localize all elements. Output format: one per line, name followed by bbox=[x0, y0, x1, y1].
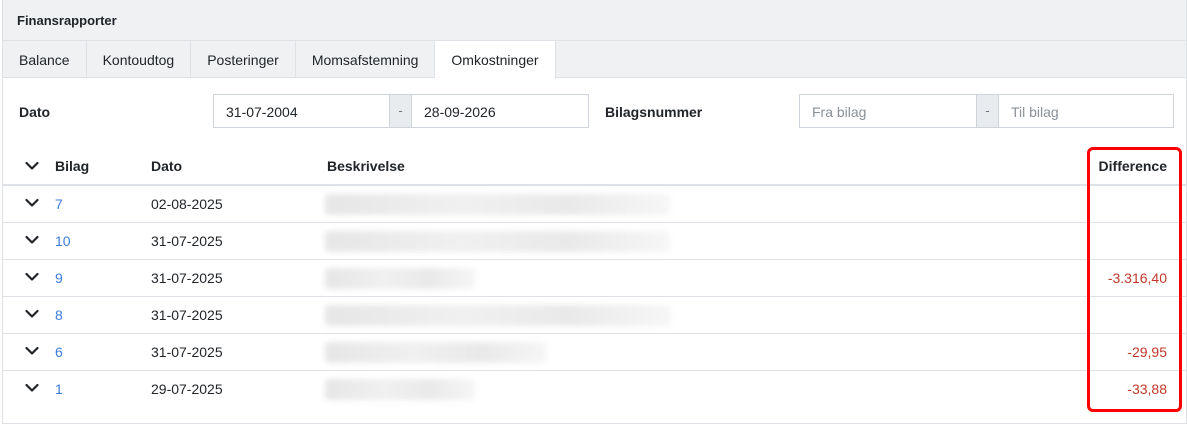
date-separator: - bbox=[389, 94, 412, 128]
voucher-separator: - bbox=[976, 94, 999, 128]
voucher-number-label: Bilagsnummer bbox=[605, 104, 703, 120]
bilag-link[interactable]: 10 bbox=[55, 233, 71, 249]
tab-balance[interactable]: Balance bbox=[3, 41, 87, 78]
financial-reports-panel: Finansrapporter Balance Kontoudtog Poste… bbox=[2, 0, 1187, 424]
blurred-description bbox=[325, 305, 671, 326]
date-cell: 31-07-2025 bbox=[151, 233, 223, 249]
difference-cell: -33,88 bbox=[1127, 381, 1167, 397]
table-row[interactable]: 7 02-08-2025 bbox=[3, 186, 1187, 223]
filter-row: Dato 31-07-2004 - 28-09-2026 Bilagsnumme… bbox=[3, 94, 1187, 128]
column-header-difference[interactable]: Difference bbox=[1099, 158, 1167, 174]
difference-cell: -29,95 bbox=[1127, 344, 1167, 360]
table-row[interactable]: 8 31-07-2025 bbox=[3, 297, 1187, 334]
column-header-beskrivelse[interactable]: Beskrivelse bbox=[327, 158, 405, 174]
chevron-down-icon[interactable] bbox=[25, 382, 39, 394]
chevron-down-icon[interactable] bbox=[25, 271, 39, 283]
date-cell: 31-07-2025 bbox=[151, 344, 223, 360]
table-row[interactable]: 9 31-07-2025 -3.316,40 bbox=[3, 260, 1187, 297]
bilag-link[interactable]: 7 bbox=[55, 196, 63, 212]
report-tabs: Balance Kontoudtog Posteringer Momsafste… bbox=[3, 41, 1186, 79]
tab-kontoudtog[interactable]: Kontoudtog bbox=[87, 41, 192, 78]
difference-cell: -3.316,40 bbox=[1107, 270, 1167, 286]
table-row[interactable]: 6 31-07-2025 -29,95 bbox=[3, 334, 1187, 371]
tab-posteringer[interactable]: Posteringer bbox=[191, 41, 296, 78]
table-row[interactable]: 10 31-07-2025 bbox=[3, 223, 1187, 260]
date-from-input[interactable]: 31-07-2004 bbox=[213, 94, 390, 128]
date-cell: 29-07-2025 bbox=[151, 381, 223, 397]
column-header-bilag[interactable]: Bilag bbox=[55, 158, 89, 174]
blurred-description bbox=[325, 194, 670, 215]
voucher-from-input[interactable]: Fra bilag bbox=[799, 94, 977, 128]
collapse-all-chevron-icon[interactable] bbox=[25, 160, 39, 172]
bilag-link[interactable]: 1 bbox=[55, 381, 63, 397]
bilag-link[interactable]: 8 bbox=[55, 307, 63, 323]
voucher-to-input[interactable]: Til bilag bbox=[998, 94, 1174, 128]
blurred-description bbox=[325, 268, 475, 289]
table-header: Bilag Dato Beskrivelse Difference bbox=[3, 146, 1187, 186]
expenses-table: Bilag Dato Beskrivelse Difference 7 02-0… bbox=[3, 146, 1187, 408]
date-cell: 02-08-2025 bbox=[151, 196, 223, 212]
date-label: Dato bbox=[19, 104, 51, 120]
date-to-input[interactable]: 28-09-2026 bbox=[411, 94, 589, 128]
bilag-link[interactable]: 9 bbox=[55, 270, 63, 286]
chevron-down-icon[interactable] bbox=[25, 345, 39, 357]
tab-omkostninger[interactable]: Omkostninger bbox=[435, 41, 556, 79]
panel-title: Finansrapporter bbox=[3, 0, 1186, 41]
chevron-down-icon[interactable] bbox=[25, 197, 39, 209]
date-cell: 31-07-2025 bbox=[151, 307, 223, 323]
tab-momsafstemning[interactable]: Momsafstemning bbox=[296, 41, 436, 78]
blurred-description bbox=[325, 231, 670, 252]
blurred-description bbox=[325, 342, 547, 363]
date-cell: 31-07-2025 bbox=[151, 270, 223, 286]
chevron-down-icon[interactable] bbox=[25, 234, 39, 246]
bilag-link[interactable]: 6 bbox=[55, 344, 63, 360]
blurred-description bbox=[325, 379, 475, 400]
chevron-down-icon[interactable] bbox=[25, 308, 39, 320]
column-header-dato[interactable]: Dato bbox=[151, 158, 182, 174]
table-row[interactable]: 1 29-07-2025 -33,88 bbox=[3, 371, 1187, 408]
